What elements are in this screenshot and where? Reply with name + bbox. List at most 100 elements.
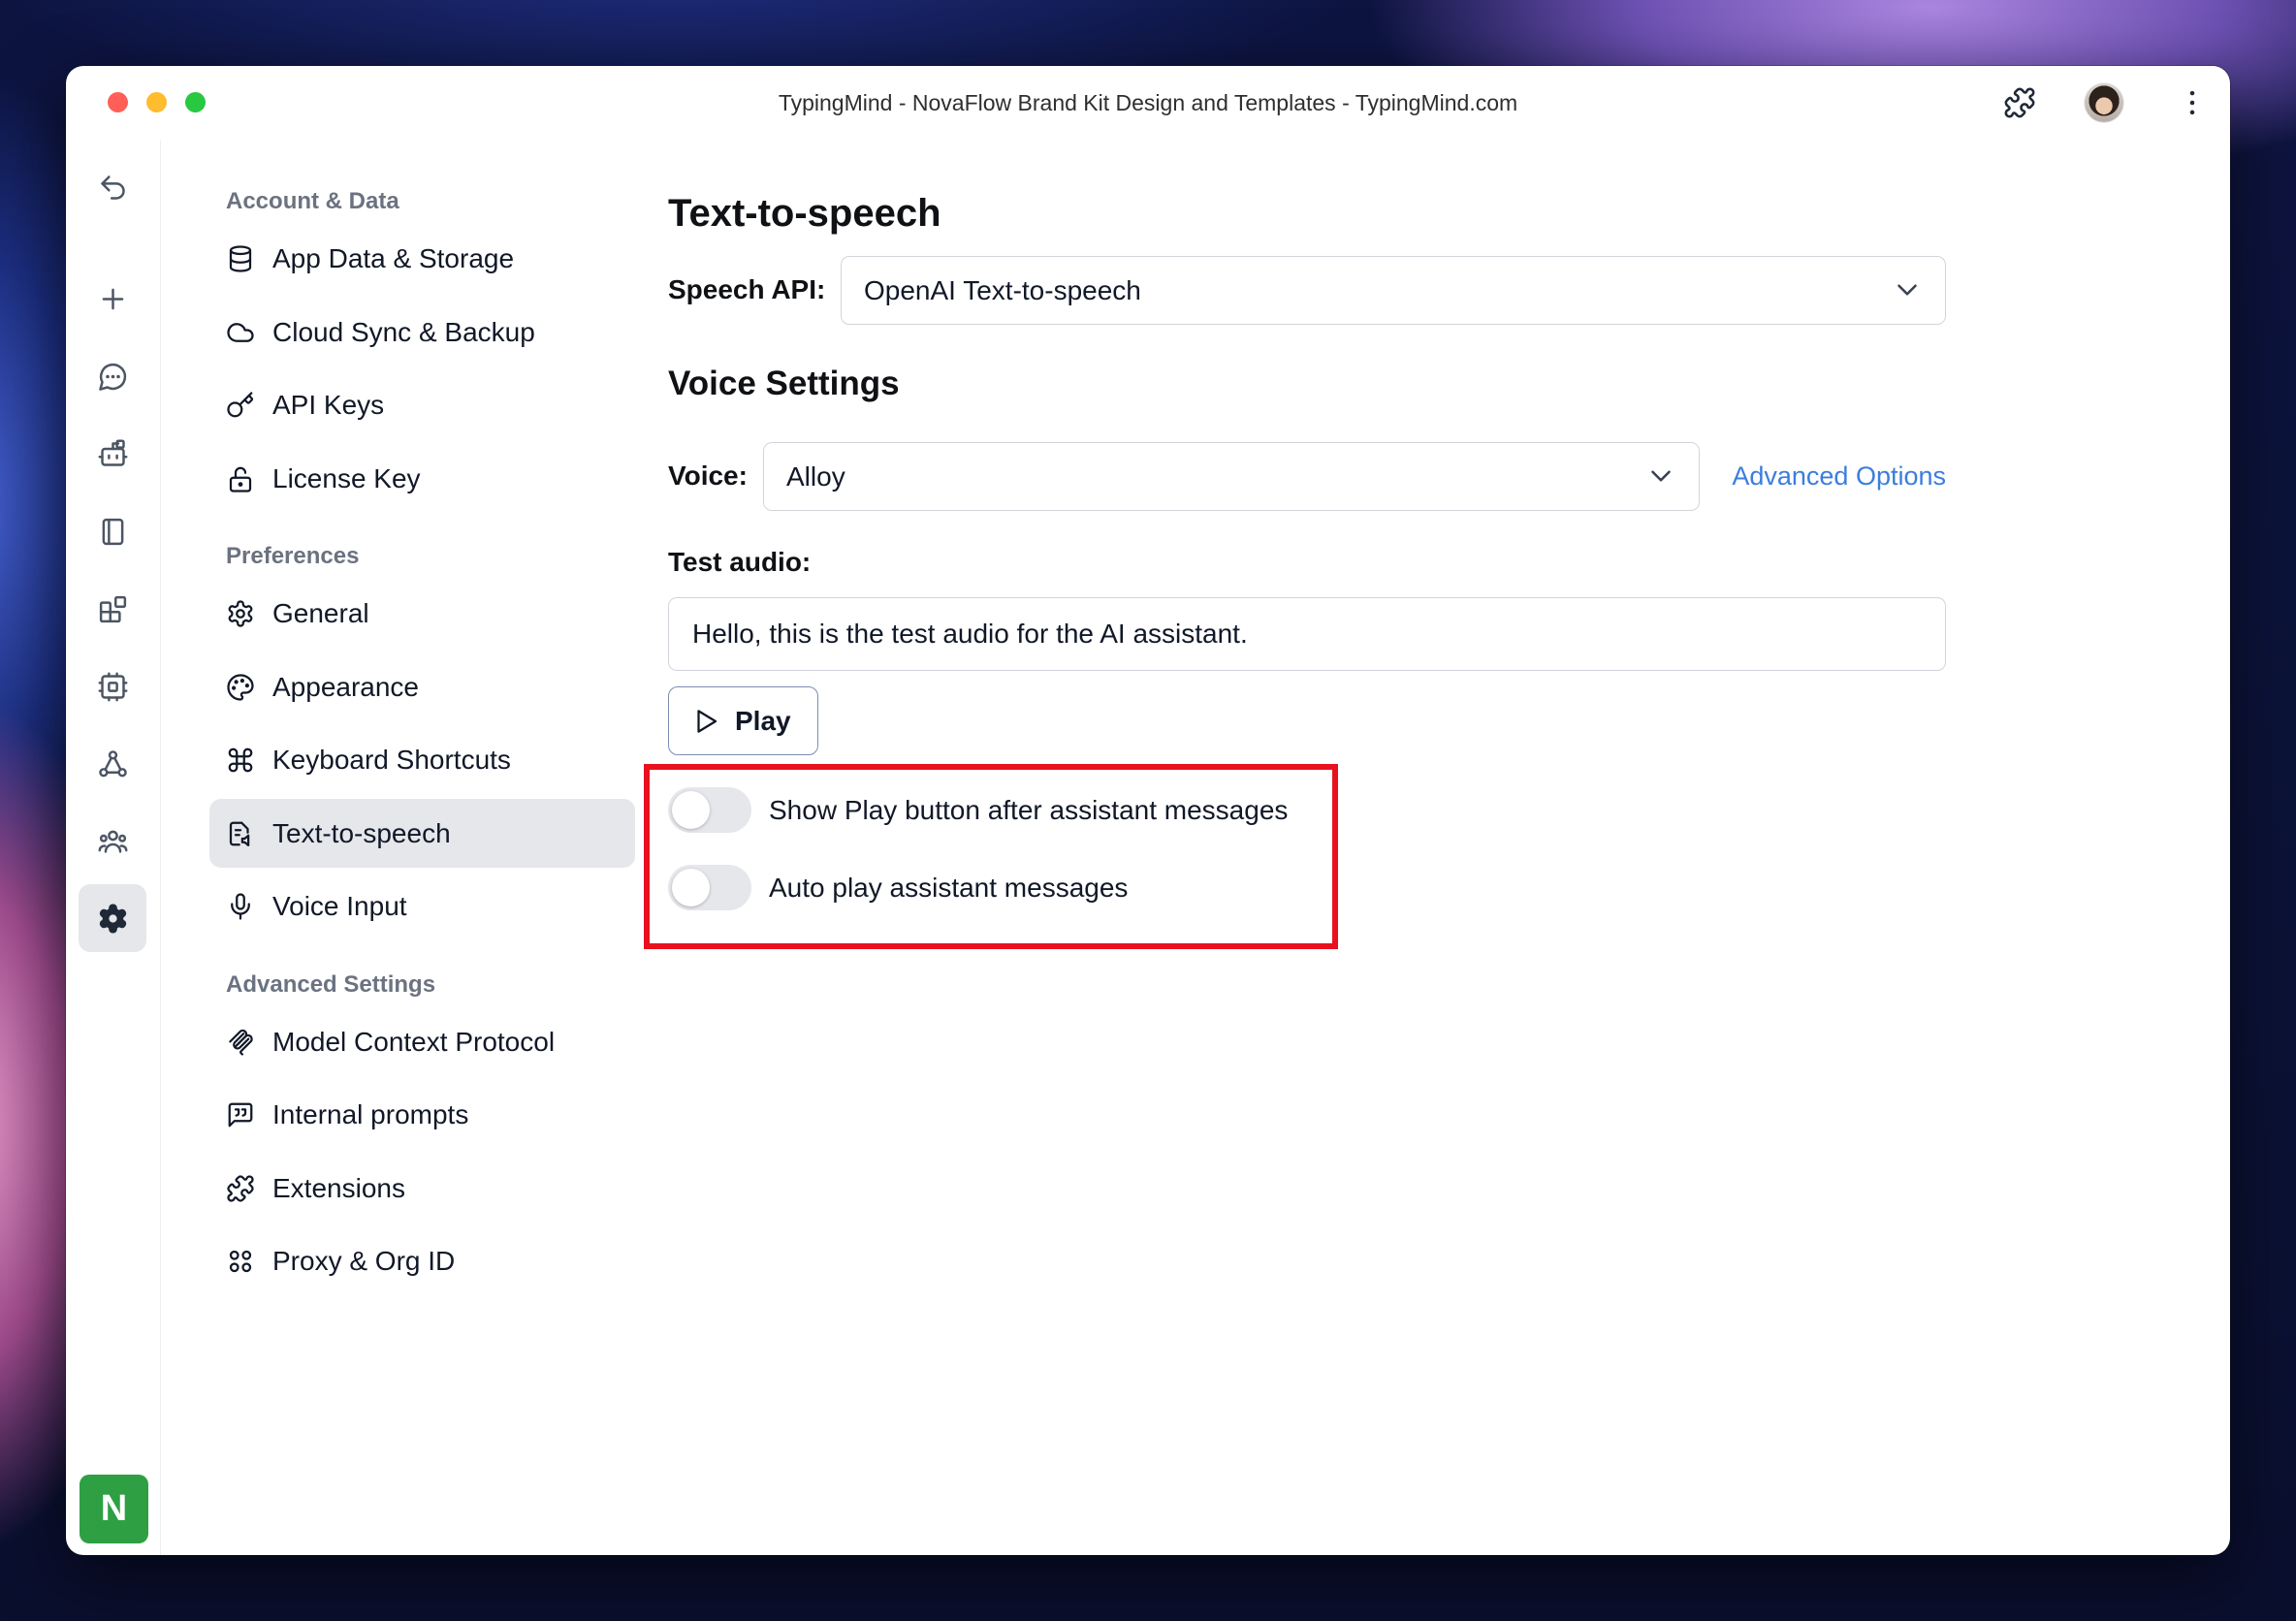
nav-item-keyboard-shortcuts[interactable]: Keyboard Shortcuts <box>209 726 635 795</box>
nav-item-cloud-sync-backup[interactable]: Cloud Sync & Backup <box>209 298 635 366</box>
chevron-down-icon <box>1891 273 1924 306</box>
gear-icon <box>228 600 253 627</box>
close-window-button[interactable] <box>108 92 128 112</box>
voice-select[interactable]: Alloy <box>763 442 1700 511</box>
microphone-icon <box>231 893 250 920</box>
speech-api-select[interactable]: OpenAI Text-to-speech <box>841 256 1946 325</box>
nav-section-title: Preferences <box>226 543 360 569</box>
puzzle-icon <box>227 1174 254 1202</box>
nav-section-account-data: Account & Data App Data & Storage Cloud … <box>209 183 635 513</box>
minimize-window-button[interactable] <box>146 92 167 112</box>
zoom-window-button[interactable] <box>185 92 206 112</box>
show-play-button-toggle[interactable] <box>668 787 751 833</box>
nav-item-label: License Key <box>272 462 421 493</box>
nav-item-label: Text-to-speech <box>272 817 451 848</box>
team-button[interactable] <box>79 807 146 874</box>
nav-section-advanced-settings: Advanced Settings Model Context Protocol… <box>209 967 635 1296</box>
toggle-knob <box>672 869 710 906</box>
advanced-options-link[interactable]: Advanced Options <box>1732 457 1946 495</box>
extensions-button[interactable] <box>2003 86 2036 119</box>
play-button-label: Play <box>735 705 791 736</box>
nav-item-label: General <box>272 598 369 628</box>
team-icon <box>98 830 127 853</box>
nav-item-label: Proxy & Org ID <box>272 1246 456 1276</box>
nav-item-label: Appearance <box>272 671 420 702</box>
nav-item-label: Model Context Protocol <box>272 1026 556 1057</box>
chip-icon <box>98 672 127 701</box>
nav-item-label: Keyboard Shortcuts <box>272 745 511 775</box>
nav-section-preferences: Preferences General Appearance Keyboard … <box>209 538 635 941</box>
nav-item-proxy-org-id[interactable]: Proxy & Org ID <box>209 1227 635 1296</box>
nav-item-model-context-protocol[interactable]: Model Context Protocol <box>209 1007 635 1076</box>
undo-icon <box>100 175 125 200</box>
palette-icon <box>227 673 254 701</box>
play-icon <box>697 709 718 733</box>
window-title: TypingMind - NovaFlow Brand Kit Design a… <box>778 90 1518 115</box>
app-window: TypingMind - NovaFlow Brand Kit Design a… <box>66 66 2230 1555</box>
chevron-down-icon <box>1644 460 1677 493</box>
cloud-icon <box>227 322 254 342</box>
bot-icon <box>98 439 127 466</box>
test-audio-label: Test audio: <box>668 547 812 577</box>
chat-icon <box>98 363 126 391</box>
voice-value: Alloy <box>786 461 845 492</box>
auto-play-toggle[interactable] <box>668 865 751 910</box>
play-button[interactable]: Play <box>668 686 818 755</box>
widgets-icon <box>99 595 126 622</box>
database-icon <box>229 245 252 272</box>
nav-item-appearance[interactable]: Appearance <box>209 652 635 721</box>
nav-item-general[interactable]: General <box>209 580 635 649</box>
nav-item-voice-input[interactable]: Voice Input <box>209 873 635 941</box>
book-icon <box>102 518 123 545</box>
knowledge-base-button[interactable] <box>79 730 146 798</box>
settings-button[interactable] <box>79 884 146 952</box>
text-to-speech-icon <box>229 821 250 846</box>
settings-nav: Account & Data App Data & Storage Cloud … <box>209 183 635 1300</box>
show-play-button-toggle-row: Show Play button after assistant message… <box>668 787 1327 833</box>
plus-icon <box>102 288 123 309</box>
network-icon <box>98 749 127 777</box>
agents-button[interactable] <box>79 420 146 488</box>
nav-item-api-keys[interactable]: API Keys <box>209 371 635 440</box>
nav-item-extensions[interactable]: Extensions <box>209 1154 635 1223</box>
new-chat-button[interactable] <box>79 265 146 333</box>
back-button[interactable] <box>79 153 146 221</box>
nav-item-label: Voice Input <box>272 891 407 921</box>
plugins-button[interactable] <box>79 575 146 643</box>
proxy-icon <box>229 1250 252 1273</box>
mcp-icon <box>229 1029 253 1056</box>
user-avatar[interactable] <box>2085 83 2123 122</box>
nav-section-title: Advanced Settings <box>226 970 436 998</box>
title-bar: TypingMind - NovaFlow Brand Kit Design a… <box>66 66 2230 140</box>
page-title: Text-to-speech <box>668 192 941 235</box>
nav-section-title: Account & Data <box>226 188 399 214</box>
nav-item-label: API Keys <box>272 390 385 420</box>
nav-item-license-key[interactable]: License Key <box>209 444 635 513</box>
puzzle-icon <box>2004 87 2035 118</box>
voice-settings-title: Voice Settings <box>668 365 900 402</box>
gear-icon <box>99 904 126 933</box>
voice-label: Voice: <box>668 461 748 491</box>
toggle-knob <box>672 791 710 829</box>
kebab-menu-icon <box>2189 90 2195 115</box>
more-menu-button[interactable] <box>2176 86 2209 119</box>
prompts-library-button[interactable] <box>79 497 146 565</box>
auto-play-toggle-row: Auto play assistant messages <box>668 865 1327 910</box>
icon-rail: N <box>66 140 161 1555</box>
workspace-avatar[interactable]: N <box>80 1475 148 1543</box>
nav-item-text-to-speech[interactable]: Text-to-speech <box>209 799 635 868</box>
key-icon <box>227 392 254 418</box>
nav-item-label: Extensions <box>272 1172 405 1203</box>
command-icon <box>228 747 253 773</box>
models-button[interactable] <box>79 652 146 720</box>
toggle-label: Show Play button after assistant message… <box>769 795 1289 825</box>
toggle-label: Auto play assistant messages <box>769 873 1129 903</box>
test-audio-input[interactable] <box>668 597 1946 671</box>
quote-bubble-icon <box>228 1102 253 1128</box>
nav-item-label: Cloud Sync & Backup <box>272 316 535 347</box>
chats-button[interactable] <box>79 342 146 410</box>
nav-item-label: Internal prompts <box>272 1099 469 1129</box>
nav-item-internal-prompts[interactable]: Internal prompts <box>209 1081 635 1150</box>
nav-item-app-data-storage[interactable]: App Data & Storage <box>209 225 635 294</box>
nav-item-label: App Data & Storage <box>272 243 515 273</box>
